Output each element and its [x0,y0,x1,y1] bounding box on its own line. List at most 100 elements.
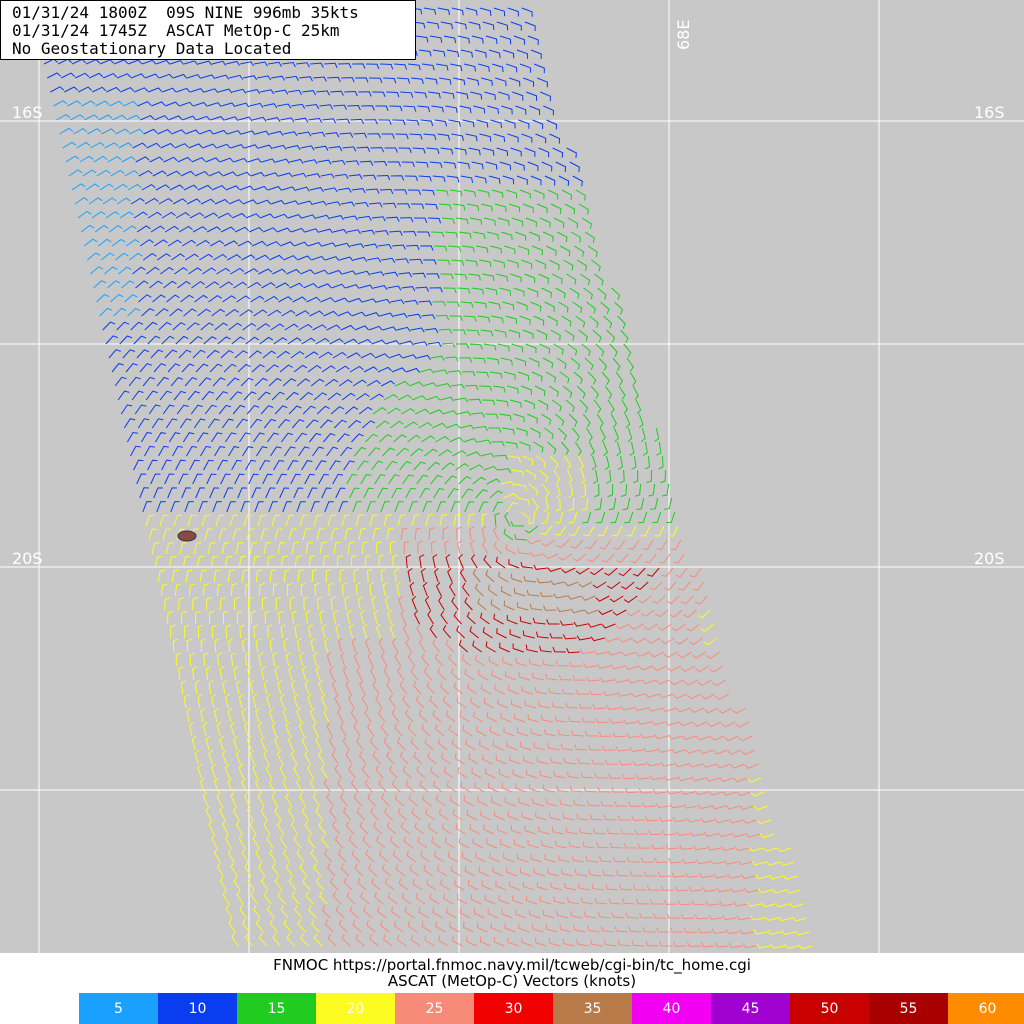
wind-barb [534,686,547,695]
wind-barb [590,636,605,642]
wind-barb [495,556,506,569]
wind-barb [92,86,107,93]
wind-barb [357,339,372,345]
wind-barb [686,817,701,823]
wind-barb [475,371,489,378]
wind-barb [113,59,129,65]
wind-barb [545,924,558,933]
wind-barb [561,189,573,201]
wind-barb [409,864,420,877]
wind-barb [278,296,293,303]
wind-barb [84,114,99,121]
wind-barb [546,619,560,625]
wind-barb [111,238,126,247]
wind-barb [390,906,401,919]
wind-barb [408,501,418,513]
wind-barb [495,77,507,87]
wind-barb [443,893,454,905]
lon-label-68e: 68E [674,19,693,50]
wind-barb [180,294,194,303]
wind-barb [404,175,418,182]
wind-barb [260,876,269,891]
wind-barb [449,436,464,443]
wind-barb [759,833,774,839]
wind-barb [479,936,491,947]
wind-barb [568,483,574,498]
wind-barb [73,127,88,135]
wind-barb [407,434,421,443]
wind-barb [445,710,456,723]
wind-barb [629,441,635,456]
wind-barb [619,884,633,891]
wind-barb [250,295,265,303]
wind-barb [285,391,299,401]
wind-barb [341,582,348,597]
wind-barb [438,596,445,611]
wind-barb [500,357,513,366]
wind-barb [469,526,475,541]
wind-barb [307,834,316,849]
wind-barb [530,175,542,186]
wind-barb [329,806,338,821]
wind-barb [297,569,304,583]
wind-barb [369,514,378,527]
wind-barb [173,73,188,79]
wind-barb [418,421,433,429]
wind-barb [451,133,464,141]
wind-barb [366,920,376,933]
wind-barb [235,750,241,765]
wind-barb [260,89,275,95]
wind-barb [167,363,181,373]
wind-barb [216,267,231,275]
wind-barb [739,929,754,935]
wind-barb [554,840,568,849]
wind-barb [632,469,639,484]
wind-barb [157,569,166,583]
wind-barb [574,869,588,877]
wind-barb [224,555,232,569]
wind-barb [435,921,446,933]
wind-barb [531,371,543,382]
wind-barb [276,350,291,359]
wind-barb [305,610,311,625]
wind-barb [438,328,453,335]
wind-barb [649,581,663,591]
wind-barb [213,569,221,583]
wind-barb [445,105,458,113]
wind-barb [355,934,365,947]
wind-barb [290,350,305,359]
wind-barb [410,934,421,947]
wind-barb [616,870,630,877]
wind-barb [511,343,524,353]
wind-barb [362,835,372,849]
wind-barb [338,379,353,387]
wind-barb [137,101,152,107]
wind-barb [167,487,178,499]
wind-barb [775,902,790,908]
wind-barb [247,158,262,163]
wind-barb [161,211,176,219]
wind-barb [573,924,586,933]
wind-barb [739,805,754,811]
wind-barb [541,539,556,547]
wind-barb [446,301,460,308]
wind-barb [60,72,76,79]
wind-barb [363,366,378,373]
wind-barb [121,156,136,163]
wind-barb [229,514,239,527]
wind-barb [643,623,658,631]
wind-barb [465,384,479,391]
wind-barb [580,772,594,779]
wind-barb [634,483,642,497]
wind-barb [465,259,478,267]
wind-barb [669,609,683,618]
wind-barb [425,514,434,527]
wind-barb [434,245,448,252]
wind-barb [506,615,518,625]
wind-barb [285,862,294,877]
wind-barb [323,187,338,193]
wind-barb [220,473,231,485]
wind-barb [253,309,268,317]
wind-barb [517,547,531,555]
wind-barb [611,287,621,301]
